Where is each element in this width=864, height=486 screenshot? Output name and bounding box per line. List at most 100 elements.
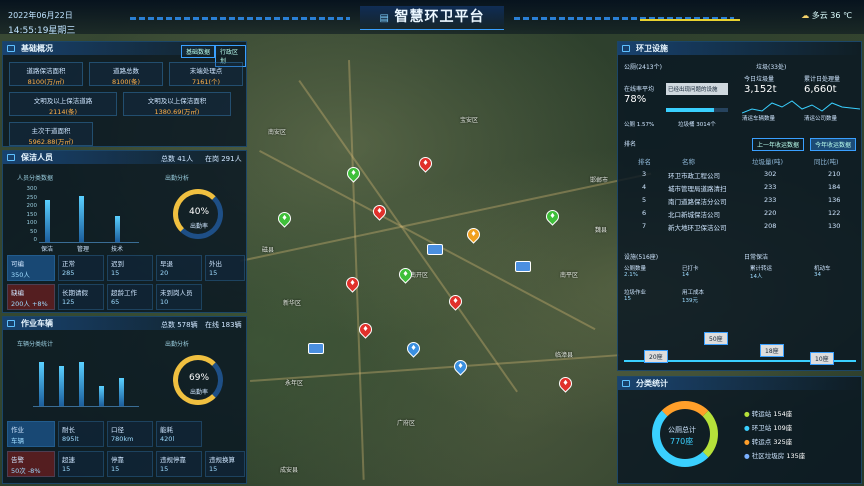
legend-item: ● 社区垃圾房 135座 xyxy=(744,452,806,460)
grid-cell[interactable]: 长期请假 125 xyxy=(58,284,104,310)
header-decoration xyxy=(640,19,740,21)
donut-label: 公厕总计 xyxy=(668,426,696,434)
legend-item: ● 环卫站 109座 xyxy=(744,424,793,432)
tick-badge: 50座 xyxy=(704,332,728,345)
map-label: 临漳县 xyxy=(555,352,574,359)
grid-cell[interactable]: 作业 车辆 xyxy=(7,421,55,447)
map-marker-red[interactable]: ♦ xyxy=(416,154,435,173)
x-tick: 管理 xyxy=(77,246,90,253)
chart-label: 车辆分类统计 xyxy=(17,341,54,348)
table-row[interactable]: 3 环卫市政工程公司 302 210 xyxy=(622,168,854,180)
bar xyxy=(39,362,44,406)
facility-panel: 环卫设施 公厕(2413个) 垃圾(33处) 在线率平均 78% 已经出现问题的… xyxy=(617,41,862,371)
legend-item: ● 转运站 154座 xyxy=(744,410,793,418)
grid-cell[interactable]: 超速 15 xyxy=(58,451,104,477)
truck-icon[interactable] xyxy=(515,261,531,272)
rank-title: 排名 xyxy=(624,141,637,148)
map-marker-orange[interactable]: ♦ xyxy=(464,225,483,244)
tab-this-year[interactable]: 今年收运数据 xyxy=(810,138,857,151)
tick-badge: 18座 xyxy=(760,344,784,357)
toilet-count: 公厕(2413个) xyxy=(624,64,662,71)
grid-cell[interactable]: 能耗 420l xyxy=(156,421,202,447)
page-title: ▤ 智慧环卫平台 xyxy=(360,6,504,30)
map-marker-red[interactable]: ♦ xyxy=(446,292,465,311)
truck-icon xyxy=(7,320,15,327)
date-text: 2022年06月22日 xyxy=(8,11,73,20)
staff-total: 总数 41人 xyxy=(161,155,194,163)
bar-chart xyxy=(39,189,139,243)
map-marker-green[interactable]: ♦ xyxy=(543,207,562,226)
grid-cell[interactable]: 缺编 200人 +8% xyxy=(7,284,55,310)
panel-title: 分类统计 xyxy=(618,377,861,390)
section-label: 日常保洁 xyxy=(744,254,769,261)
table-row[interactable]: 5 南门道路保洁分公司 233 136 xyxy=(622,194,854,206)
table-row[interactable]: 4 城市管理局道路清扫 233 184 xyxy=(622,181,854,193)
map-label: 永年区 xyxy=(285,380,304,387)
tab-basic-data[interactable]: 基础数据 xyxy=(181,45,216,58)
table-row[interactable]: 7 新大地环卫保洁公司 208 130 xyxy=(622,220,854,232)
stat-cell: 道路总数 8100(条) xyxy=(89,62,163,86)
layers-icon xyxy=(7,45,15,52)
trend-chart xyxy=(742,100,860,114)
map-label: 南开区 xyxy=(410,272,429,279)
map-label: 新华区 xyxy=(283,300,302,307)
table-row[interactable]: 6 北口新城保洁公司 220 122 xyxy=(622,207,854,219)
grid-cell[interactable]: 告警 50次 -8% xyxy=(7,451,55,477)
bar xyxy=(45,200,50,242)
truck-icon[interactable] xyxy=(427,244,443,255)
map-label: 邯郸市 xyxy=(590,177,609,184)
basic-panel: 基础概况 基础数据 行政区划 道路保洁面积 8100(万/㎡) 道路总数 8100(… xyxy=(2,41,247,147)
grid-cell[interactable]: 超龄工作 65 xyxy=(107,284,153,310)
cloud-icon: ☁ xyxy=(801,11,810,20)
map-marker-green[interactable]: ♦ xyxy=(275,209,294,228)
grid-cell[interactable]: 停靠 15 xyxy=(107,451,153,477)
tick-badge: 20座 xyxy=(644,350,668,363)
bar xyxy=(79,196,84,242)
stat-cell: 文明及以上保洁道路 2114(条) xyxy=(9,92,117,116)
gauge-value: 69% xyxy=(189,373,210,383)
map-label: 磁县 xyxy=(262,247,275,254)
staff-online: 在岗 291人 xyxy=(205,155,242,163)
progress-bar xyxy=(666,108,728,112)
grid-cell[interactable]: 违规换算 15 xyxy=(205,451,245,477)
legend: ● 转运站 154座 ● 环卫站 109座 ● 转运点 325座 ● 社区垃圾房… xyxy=(744,407,805,463)
grid-cell[interactable]: 迟到 15 xyxy=(107,255,153,281)
bar xyxy=(115,216,120,242)
grid-cell[interactable]: 外出 15 xyxy=(205,255,245,281)
stat-cell: 末端处理点 7161(个) xyxy=(169,62,243,86)
grid-cell[interactable]: 早退 20 xyxy=(156,255,202,281)
map-marker-green[interactable]: ♦ xyxy=(396,265,415,284)
map-marker-blue[interactable]: ♦ xyxy=(451,357,470,376)
today-value: 3,152t xyxy=(744,84,777,95)
distribution-panel: 分类统计 公厕总计 770座 ● 转运站 154座 ● 环卫站 109座 ● 转… xyxy=(617,376,862,484)
rank-header: 排名 名称 垃圾量(吨) 同比(吨) xyxy=(638,158,839,166)
grid-cell[interactable]: 口径 780km xyxy=(107,421,153,447)
bar xyxy=(79,362,84,406)
truck-icon[interactable] xyxy=(308,343,324,354)
map-label: 成安县 xyxy=(280,467,299,474)
map-marker-blue[interactable]: ♦ xyxy=(404,339,423,358)
grid-cell[interactable]: 正常 285 xyxy=(58,255,104,281)
chart-label: 人员分类数据 xyxy=(17,175,54,182)
bar xyxy=(119,378,124,406)
grid-cell[interactable]: 未到岗人员 10 xyxy=(156,284,202,310)
person-icon xyxy=(7,154,15,161)
grid-cell[interactable]: 可编 350人 xyxy=(7,255,55,281)
map-label: 魏县 xyxy=(595,227,608,234)
rate-value: 78% xyxy=(624,94,647,105)
map-marker-red[interactable]: ♦ xyxy=(556,374,575,393)
tab-last-year[interactable]: 上一年收运数据 xyxy=(752,138,805,151)
legend-item: ● 转运点 325座 xyxy=(744,438,793,446)
issue-button[interactable]: 已经出现问题的设施 xyxy=(666,83,728,95)
rate-text: 垃圾桶 3014个 xyxy=(678,122,716,128)
time-text: 14:55:19星期三 xyxy=(8,26,76,36)
map-label: 南安区 xyxy=(268,129,287,136)
stat-cell: 文明及以上保洁面积 1380.69(万㎡) xyxy=(123,92,231,116)
grid-cell[interactable]: 违规停靠 15 xyxy=(156,451,202,477)
grid-cell[interactable]: 耐长 895lt xyxy=(58,421,104,447)
donut-value: 770座 xyxy=(670,437,694,446)
gauge-label: 出勤率 xyxy=(190,389,209,396)
staff-panel: 保洁人员 总数 41人 在岗 291人 人员分类数据 出勤分析 300 250 20… xyxy=(2,150,247,313)
map-marker-red[interactable]: ♦ xyxy=(343,274,362,293)
chart-icon xyxy=(622,380,630,387)
